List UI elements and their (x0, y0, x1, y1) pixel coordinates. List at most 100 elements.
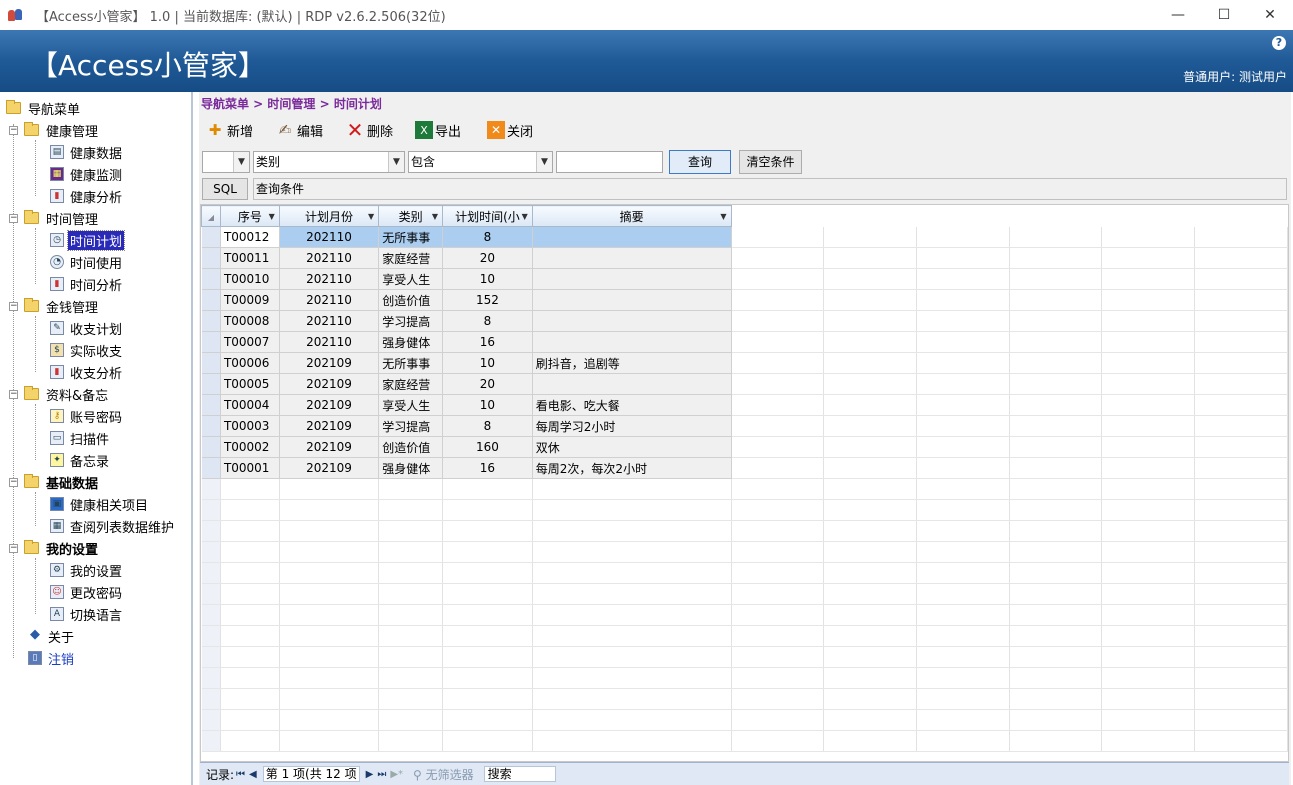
table-cell[interactable]: T00004 (220, 394, 280, 416)
new-record-icon[interactable]: ▶* (390, 769, 403, 780)
table-cell[interactable] (532, 331, 732, 353)
data-grid[interactable]: ◢ 序号 ▼ 计划月份 ▼ 类别 ▼ 计划时间(小 ▼ 摘要 ▼ T00012 202110… (200, 204, 1289, 762)
table-row[interactable]: T00002 202109 创造价值 160 双休 (201, 436, 1288, 458)
table-cell[interactable]: 享受人生 (378, 394, 444, 416)
tree-item-memo[interactable]: ✦ 备忘录 (50, 450, 111, 470)
table-cell[interactable]: 8 (442, 415, 533, 437)
tree-item-switch-language[interactable]: A 切换语言 (50, 604, 124, 624)
add-button[interactable]: ✚ 新增 (205, 119, 253, 141)
tree-group-base-data[interactable]: − 基础数据 (9, 472, 100, 492)
row-selector[interactable] (201, 331, 221, 353)
table-cell[interactable]: 享受人生 (378, 268, 444, 290)
table-cell[interactable]: 无所事事 (378, 226, 444, 248)
tree-item-logout[interactable]: ▯ 注销 (28, 648, 76, 668)
chevron-down-icon[interactable]: ▼ (368, 212, 374, 221)
table-cell[interactable]: 家庭经营 (378, 373, 444, 395)
table-row[interactable]: T00004 202109 享受人生 10 看电影、吃大餐 (201, 394, 1288, 416)
table-cell[interactable]: T00002 (220, 436, 280, 458)
table-cell[interactable] (532, 247, 732, 269)
tree-item-health-monitor[interactable]: ▦ 健康监测 (50, 164, 124, 184)
no-filter-indicator[interactable]: ⚲ 无筛选器 (413, 766, 474, 783)
tree-item-health-analysis[interactable]: ▮ 健康分析 (50, 186, 124, 206)
chevron-down-icon[interactable]: ▼ (432, 212, 438, 221)
first-record-icon[interactable]: ⏮ (236, 769, 245, 780)
query-button[interactable]: 查询 (669, 150, 731, 174)
table-cell[interactable]: T00011 (220, 247, 280, 269)
table-cell[interactable]: 看电影、吃大餐 (532, 394, 732, 416)
table-cell[interactable]: 202110 (279, 310, 380, 332)
table-cell[interactable]: 202110 (279, 289, 380, 311)
tree-item-budget-plan[interactable]: ✎ 收支计划 (50, 318, 124, 338)
table-cell[interactable]: 16 (442, 457, 533, 479)
tree-item-time-plan[interactable]: ◷ 时间计划 (50, 229, 126, 251)
table-cell[interactable]: T00006 (220, 352, 280, 374)
breadcrumb[interactable]: 导航菜单 > 时间管理 > 时间计划 (201, 95, 382, 112)
chevron-down-icon[interactable]: ▼ (536, 152, 552, 172)
tree-item-health-data[interactable]: ▤ 健康数据 (50, 142, 124, 162)
table-cell[interactable] (532, 373, 732, 395)
table-cell[interactable]: 202110 (279, 268, 380, 290)
table-cell[interactable]: 每周2次，每次2小时 (532, 457, 732, 479)
table-cell[interactable]: 每周学习2小时 (532, 415, 732, 437)
help-icon[interactable]: ? (1272, 36, 1286, 50)
chevron-down-icon[interactable]: ▼ (269, 212, 275, 221)
tree-root[interactable]: 导航菜单 (6, 98, 82, 118)
table-cell[interactable]: 10 (442, 352, 533, 374)
tree-item-about[interactable]: ◆ 关于 (28, 626, 76, 646)
collapse-icon[interactable]: − (9, 301, 18, 311)
table-cell[interactable]: T00010 (220, 268, 280, 290)
table-row[interactable]: T00008 202110 学习提高 8 (201, 310, 1288, 332)
row-selector[interactable] (201, 247, 221, 269)
tree-item-health-items[interactable]: ▣ 健康相关项目 (50, 494, 150, 514)
last-record-icon[interactable]: ⏭ (377, 769, 386, 780)
table-cell[interactable]: 家庭经营 (378, 247, 444, 269)
sql-condition-field[interactable]: 查询条件 (253, 178, 1287, 200)
row-selector[interactable] (201, 268, 221, 290)
tree-item-budget-analysis[interactable]: ▮ 收支分析 (50, 362, 124, 382)
row-selector[interactable] (201, 226, 221, 248)
close-window-button[interactable]: ✕ (1247, 0, 1293, 30)
table-cell[interactable]: 152 (442, 289, 533, 311)
logic-select[interactable]: ▼ (202, 151, 250, 173)
table-row[interactable]: T00010 202110 享受人生 10 (201, 268, 1288, 290)
table-cell[interactable]: T00003 (220, 415, 280, 437)
maximize-button[interactable]: ☐ (1201, 0, 1247, 30)
tree-item-change-password[interactable]: ☺ 更改密码 (50, 582, 124, 602)
table-cell[interactable]: T00007 (220, 331, 280, 353)
table-cell[interactable]: 16 (442, 331, 533, 353)
tree-item-time-analysis[interactable]: ▮ 时间分析 (50, 274, 124, 294)
table-cell[interactable]: T00008 (220, 310, 280, 332)
chevron-down-icon[interactable]: ▼ (233, 152, 249, 172)
table-cell[interactable]: 202109 (279, 373, 380, 395)
export-button[interactable]: X 导出 (415, 119, 461, 141)
table-row[interactable]: T00001 202109 强身健体 16 每周2次，每次2小时 (201, 457, 1288, 479)
column-header-category[interactable]: 类别 ▼ (378, 205, 444, 227)
table-cell[interactable]: 20 (442, 373, 533, 395)
chevron-down-icon[interactable]: ▼ (720, 212, 726, 221)
table-cell[interactable]: T00012 (220, 226, 280, 248)
table-cell[interactable]: 刷抖音，追剧等 (532, 352, 732, 374)
tree-group-time[interactable]: − 时间管理 (9, 208, 100, 228)
table-cell[interactable]: T00001 (220, 457, 280, 479)
table-cell[interactable] (532, 226, 732, 248)
row-selector[interactable] (201, 436, 221, 458)
minimize-button[interactable]: — (1155, 0, 1201, 30)
tree-item-actual-budget[interactable]: $ 实际收支 (50, 340, 124, 360)
operator-select[interactable]: 包含 ▼ (408, 151, 553, 173)
chevron-down-icon[interactable]: ▼ (388, 152, 404, 172)
table-cell[interactable]: 10 (442, 268, 533, 290)
table-cell[interactable]: 创造价值 (378, 289, 444, 311)
tree-item-lookup-maintenance[interactable]: ▦ 查阅列表数据维护 (50, 516, 176, 536)
table-cell[interactable] (532, 310, 732, 332)
row-selector[interactable] (201, 394, 221, 416)
table-cell[interactable] (532, 289, 732, 311)
table-cell[interactable]: 双休 (532, 436, 732, 458)
edit-button[interactable]: ✍ 编辑 (275, 119, 323, 141)
table-cell[interactable]: 学习提高 (378, 415, 444, 437)
search-input[interactable]: 搜索 (483, 766, 556, 782)
table-cell[interactable]: 8 (442, 226, 533, 248)
collapse-icon[interactable]: − (9, 389, 18, 399)
table-cell[interactable]: T00009 (220, 289, 280, 311)
row-selector[interactable] (201, 352, 221, 374)
table-cell[interactable]: 202110 (279, 331, 380, 353)
